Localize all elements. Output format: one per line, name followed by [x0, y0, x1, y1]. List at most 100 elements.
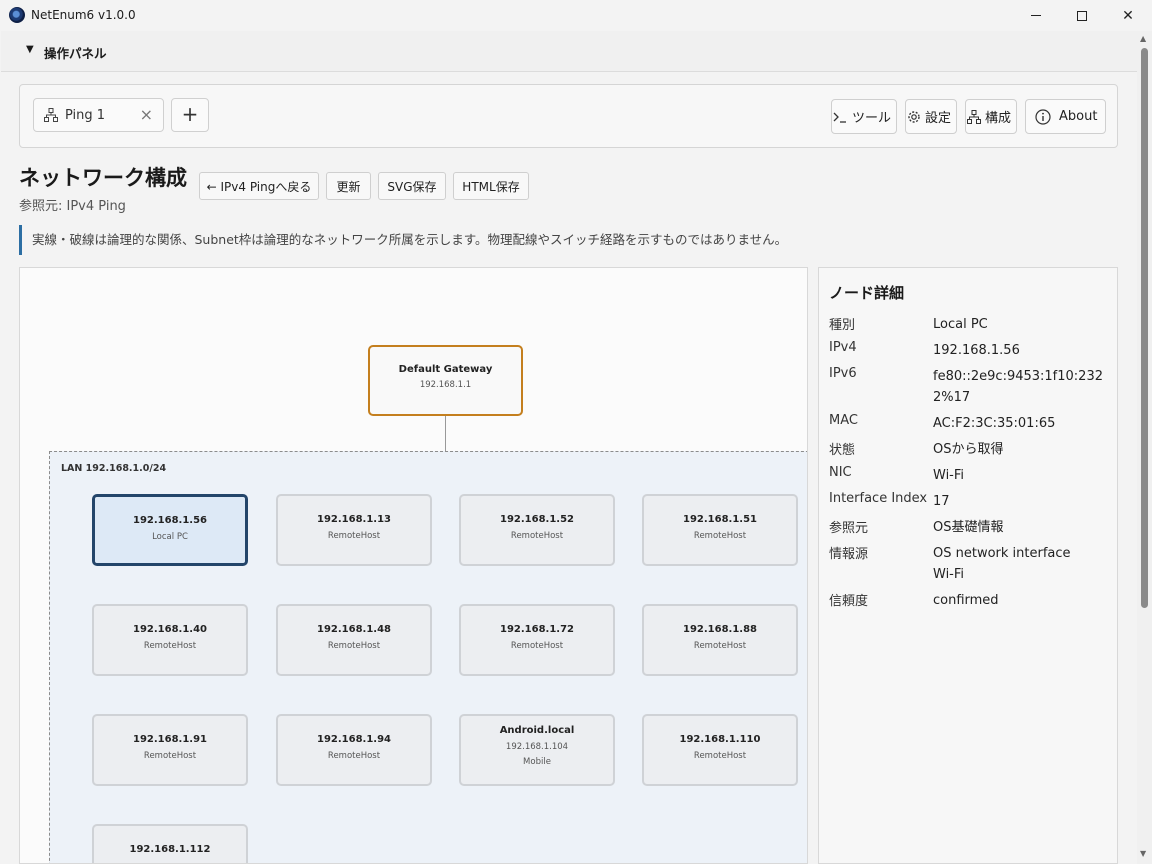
details-title: ノード詳細 [829, 284, 905, 302]
host-node-selected[interactable]: 192.168.1.56 Local PC [92, 494, 248, 566]
detail-value: 192.168.1.56 [933, 343, 1020, 358]
page-subtitle: 参照元: IPv4 Ping [19, 199, 126, 214]
tab-ping[interactable]: Ping 192.168.1.0/24 × [33, 98, 164, 132]
node-subtitle: RemoteHost [693, 641, 747, 651]
node-title: 192.168.1.94 [316, 734, 392, 745]
back-to-ping-button[interactable]: ← IPv4 Pingへ戻る [199, 172, 319, 200]
close-tab-icon[interactable]: × [140, 105, 153, 124]
node-title: 192.168.1.51 [682, 514, 758, 525]
network-icon [967, 109, 981, 124]
node-title: 192.168.1.52 [499, 514, 575, 525]
tab-label: Ping 192.168.1.0/24 [65, 108, 105, 123]
operation-panel-toggle[interactable]: ▼ 操作パネル [1, 31, 1137, 72]
triangle-down-icon: ▼ [26, 44, 34, 55]
svg-save-button[interactable]: SVG保存 [378, 172, 446, 200]
detail-key: 状態 [829, 443, 856, 458]
detail-key: MAC [829, 413, 858, 428]
gateway-name: Default Gateway [398, 364, 493, 375]
gateway-ip: 192.168.1.1 [419, 380, 472, 390]
about-label: About [1059, 109, 1098, 124]
node-title: 192.168.1.91 [132, 734, 208, 745]
node-title: 192.168.1.110 [679, 734, 761, 745]
host-node[interactable]: 192.168.1.91 RemoteHost [92, 714, 248, 786]
node-subtitle: RemoteHost [327, 641, 381, 651]
close-button[interactable]: ✕ [1105, 0, 1151, 31]
config-label: 構成 [985, 111, 1012, 126]
tab-toolbar: Ping 192.168.1.0/24 × + ツール 設定 構成 About [19, 84, 1118, 148]
node-subtitle: RemoteHost [693, 531, 747, 541]
app-logo-icon [9, 7, 25, 23]
detail-value: fe80::2e9c:9453:1f10:2322%17 [933, 369, 1103, 405]
tools-button[interactable]: ツール [831, 99, 897, 134]
config-button[interactable]: 構成 [965, 99, 1017, 134]
plus-icon: + [181, 102, 199, 126]
tools-label: ツール [852, 111, 892, 126]
detail-key: 参照元 [829, 521, 869, 536]
html-save-button[interactable]: HTML保存 [453, 172, 529, 200]
vertical-scrollbar[interactable]: ▲ ▼ [1137, 31, 1152, 864]
node-title: 192.168.1.13 [316, 514, 392, 525]
scroll-up-icon[interactable]: ▲ [1140, 34, 1146, 43]
about-button[interactable]: About [1025, 99, 1106, 134]
network-diagram[interactable]: Default Gateway 192.168.1.1 LAN 192.168.… [19, 267, 808, 864]
node-title: 192.168.1.112 [129, 844, 211, 855]
host-node[interactable]: 192.168.1.94 RemoteHost [276, 714, 432, 786]
host-node[interactable]: 192.168.1.112 [92, 824, 248, 863]
node-title: Android.local [499, 725, 575, 736]
host-node[interactable]: 192.168.1.40 RemoteHost [92, 604, 248, 676]
host-node[interactable]: 192.168.1.48 RemoteHost [276, 604, 432, 676]
node-subtitle: RemoteHost [327, 751, 381, 761]
host-node[interactable]: 192.168.1.110 RemoteHost [642, 714, 798, 786]
node-title: 192.168.1.56 [132, 515, 208, 526]
node-title: 192.168.1.40 [132, 624, 208, 635]
node-subtitle: RemoteHost [510, 531, 564, 541]
subnet-label: LAN 192.168.1.0/24 [61, 463, 167, 474]
node-title: 192.168.1.88 [682, 624, 758, 635]
detail-value: Wi-Fi [933, 468, 965, 483]
minimize-button[interactable] [1013, 0, 1059, 31]
host-node[interactable]: 192.168.1.52 RemoteHost [459, 494, 615, 566]
detail-value: OS network interface Wi-Fi [933, 546, 1071, 582]
detail-key: 信頼度 [829, 594, 869, 609]
maximize-button[interactable] [1059, 0, 1105, 31]
gateway-node[interactable]: Default Gateway 192.168.1.1 [368, 345, 523, 416]
detail-value: confirmed [933, 593, 999, 608]
scroll-down-icon[interactable]: ▼ [1140, 849, 1146, 858]
maximize-icon [1077, 10, 1087, 21]
detail-value: 17 [933, 494, 950, 509]
host-node[interactable]: 192.168.1.72 RemoteHost [459, 604, 615, 676]
detail-value: OS基礎情報 [933, 520, 1004, 535]
node-title: 192.168.1.48 [316, 624, 392, 635]
node-subtitle: RemoteHost [143, 751, 197, 761]
detail-value: Local PC [933, 317, 988, 332]
title-bar: NetEnum6 v1.0.0 ✕ [0, 0, 1152, 31]
add-tab-button[interactable]: + [171, 98, 209, 132]
node-subtitle: RemoteHost [693, 751, 747, 761]
detail-key: 種別 [829, 318, 856, 333]
detail-value: AC:F2:3C:35:01:65 [933, 416, 1056, 431]
node-details-panel: ノード詳細 種別 Local PC IPv4 192.168.1.56 IPv6… [818, 267, 1118, 864]
host-node[interactable]: 192.168.1.51 RemoteHost [642, 494, 798, 566]
network-icon [44, 108, 58, 122]
settings-button[interactable]: 設定 [905, 99, 957, 134]
node-subtitle: RemoteHost [143, 641, 197, 651]
window-title: NetEnum6 v1.0.0 [31, 8, 136, 22]
close-icon: ✕ [1122, 7, 1134, 24]
settings-label: 設定 [925, 111, 952, 126]
scrollbar-thumb[interactable] [1141, 48, 1148, 608]
minimize-icon [1031, 15, 1041, 16]
page-title: ネットワーク構成 [19, 166, 187, 190]
gear-icon [908, 110, 920, 123]
node-type: Mobile [523, 757, 551, 767]
info-icon [1035, 108, 1051, 125]
node-title: 192.168.1.72 [499, 624, 575, 635]
refresh-button[interactable]: 更新 [326, 172, 371, 200]
host-node[interactable]: Android.local 192.168.1.104 Mobile [459, 714, 615, 786]
host-node[interactable]: 192.168.1.13 RemoteHost [276, 494, 432, 566]
detail-key: 情報源 [829, 547, 869, 562]
panel-title: 操作パネル [44, 46, 107, 61]
notice-text: 実線・破線は論理的な関係、Subnet枠は論理的なネットワーク所属を示します。物… [19, 225, 787, 255]
host-node[interactable]: 192.168.1.88 RemoteHost [642, 604, 798, 676]
gateway-link-line [445, 416, 446, 451]
node-subtitle: RemoteHost [510, 641, 564, 651]
